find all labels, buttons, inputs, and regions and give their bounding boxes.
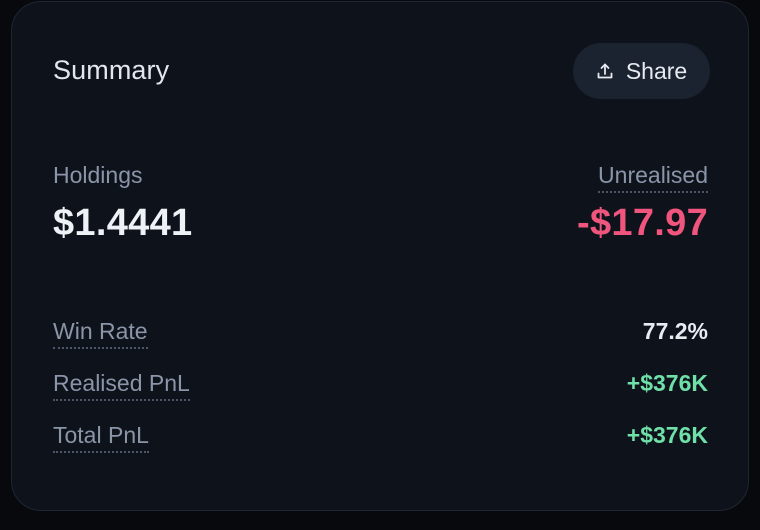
holdings-label: Holdings <box>53 162 143 188</box>
unrealised-label[interactable]: Unrealised <box>598 162 708 193</box>
share-button-label: Share <box>625 57 688 84</box>
upload-icon <box>596 62 614 80</box>
share-button[interactable]: Share <box>573 43 710 99</box>
realised-pnl-label[interactable]: Realised PnL <box>53 370 190 401</box>
total-pnl-label[interactable]: Total PnL <box>53 422 149 453</box>
card-title: Summary <box>53 55 170 85</box>
win-rate-label[interactable]: Win Rate <box>53 318 148 349</box>
realised-pnl-value: +$376K <box>626 370 708 396</box>
holdings-value: $1.4441 <box>53 202 193 244</box>
summary-card: Summary Share Holdings Unrealised $1.444… <box>11 1 749 511</box>
win-rate-value: 77.2% <box>642 318 708 344</box>
total-pnl-value: +$376K <box>626 422 708 448</box>
unrealised-value: -$17.97 <box>577 202 708 244</box>
